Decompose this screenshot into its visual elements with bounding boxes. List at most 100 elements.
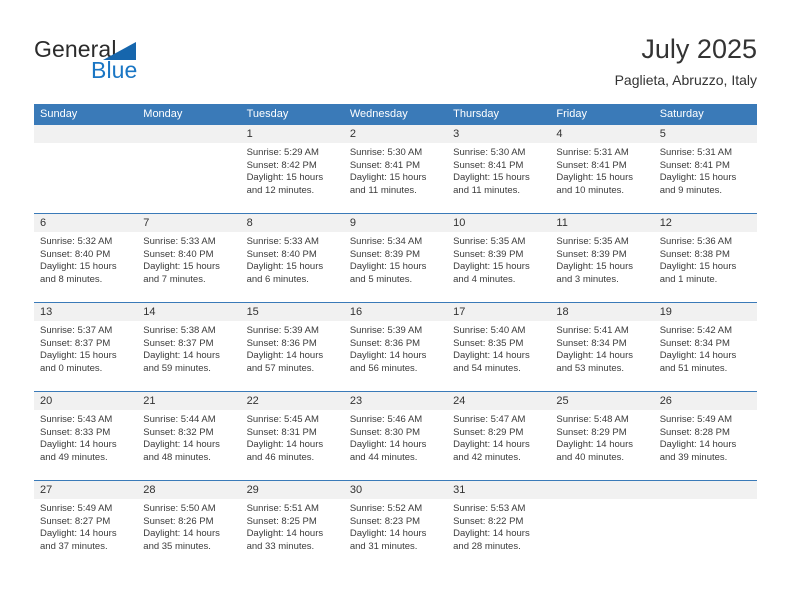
day-detail-line: Sunrise: 5:49 AM xyxy=(40,503,113,514)
day-detail-line: Daylight: 15 hours xyxy=(659,172,737,184)
day-details: Sunrise: 5:34 AM Sunset: 8:39 PM Daylight:… xyxy=(344,232,447,286)
day-cell-13[interactable]: 13 Sunrise: 5:37 AM Sunset: 8:37 PM Dayligh… xyxy=(34,303,138,391)
day-number: 13 xyxy=(34,303,138,321)
day-cell-31[interactable]: 31 Sunrise: 5:53 AM Sunset: 8:22 PM Dayligh… xyxy=(447,481,551,569)
day-detail-line: Sunset: 8:41 PM xyxy=(453,159,524,171)
day-cell-25[interactable]: 25 Sunrise: 5:48 AM Sunset: 8:29 PM Dayligh… xyxy=(550,392,654,480)
day-detail-line: and 35 minutes. xyxy=(143,540,211,552)
day-cell-30[interactable]: 30 Sunrise: 5:52 AM Sunset: 8:23 PM Dayligh… xyxy=(343,481,448,569)
day-cell-28[interactable]: 28 Sunrise: 5:50 AM Sunset: 8:26 PM Dayligh… xyxy=(137,481,241,569)
day-detail-line: and 48 minutes. xyxy=(143,451,211,463)
day-detail-line: Sunrise: 5:34 AM xyxy=(349,236,423,247)
day-detail-line: Sunset: 8:35 PM xyxy=(453,337,524,349)
day-detail-line: Daylight: 14 hours xyxy=(40,439,117,451)
day-cell-21[interactable]: 21 Sunrise: 5:44 AM Sunset: 8:32 PM Dayligh… xyxy=(137,392,241,480)
page-header: General Blue July 2025 Paglieta, Abruzzo… xyxy=(0,0,792,100)
weekday-header-tuesday: Tuesday xyxy=(246,108,289,120)
day-detail-line: and 4 minutes. xyxy=(453,273,516,285)
day-details xyxy=(137,143,240,147)
day-cell-23[interactable]: 23 Sunrise: 5:46 AM Sunset: 8:30 PM Dayligh… xyxy=(343,392,448,480)
calendar-week-row: 13 Sunrise: 5:37 AM Sunset: 8:37 PM Dayligh… xyxy=(34,302,757,391)
day-cell-15[interactable]: 15 Sunrise: 5:39 AM Sunset: 8:36 PM Dayligh… xyxy=(240,303,344,391)
day-cell-19[interactable]: 19 Sunrise: 5:42 AM Sunset: 8:34 PM Dayligh… xyxy=(653,303,757,391)
day-detail-line: Sunrise: 5:30 AM xyxy=(453,147,526,158)
day-number: 14 xyxy=(137,303,241,321)
day-cell-18[interactable]: 18 Sunrise: 5:41 AM Sunset: 8:34 PM Dayligh… xyxy=(550,303,654,391)
day-cell-2[interactable]: 2 Sunrise: 5:30 AM Sunset: 8:41 PM Daylight… xyxy=(343,125,448,213)
day-detail-line: and 40 minutes. xyxy=(556,451,625,463)
day-details: Sunrise: 5:52 AM Sunset: 8:23 PM Daylight:… xyxy=(344,499,447,553)
day-number: 4 xyxy=(550,125,654,143)
day-detail-line: Sunrise: 5:52 AM xyxy=(349,503,423,514)
day-cell-1[interactable]: 1 Sunrise: 5:29 AM Sunset: 8:42 PM Daylight… xyxy=(240,125,344,213)
day-detail-line: Sunrise: 5:29 AM xyxy=(246,147,319,158)
day-detail-line: Daylight: 15 hours xyxy=(453,261,530,273)
day-details: Sunrise: 5:49 AM Sunset: 8:28 PM Daylight:… xyxy=(654,410,757,464)
day-detail-line: Sunrise: 5:31 AM xyxy=(659,147,733,158)
calendar-week-row: 20 Sunrise: 5:43 AM Sunset: 8:33 PM Dayligh… xyxy=(34,391,757,480)
day-number: 26 xyxy=(653,392,757,410)
day-detail-line: Daylight: 15 hours xyxy=(453,172,530,184)
weekday-header-row: Sunday Monday Tuesday Wednesday Thursday Frid… xyxy=(34,104,757,125)
day-cell-8[interactable]: 8 Sunrise: 5:33 AM Sunset: 8:40 PM Daylight… xyxy=(240,214,344,302)
day-cell-7[interactable]: 7 Sunrise: 5:33 AM Sunset: 8:40 PM Daylight… xyxy=(137,214,241,302)
day-cell-empty xyxy=(550,481,654,569)
day-detail-line: Sunset: 8:22 PM xyxy=(453,515,524,527)
day-detail-line: and 11 minutes. xyxy=(453,184,521,196)
day-cell-17[interactable]: 17 Sunrise: 5:40 AM Sunset: 8:35 PM Dayligh… xyxy=(447,303,551,391)
day-cell-20[interactable]: 20 Sunrise: 5:43 AM Sunset: 8:33 PM Dayligh… xyxy=(34,392,138,480)
day-cell-22[interactable]: 22 Sunrise: 5:45 AM Sunset: 8:31 PM Dayligh… xyxy=(240,392,344,480)
day-detail-line: and 46 minutes. xyxy=(246,451,315,463)
day-detail-line: Daylight: 15 hours xyxy=(143,261,220,273)
day-detail-line: Sunset: 8:41 PM xyxy=(556,159,627,171)
day-cell-24[interactable]: 24 Sunrise: 5:47 AM Sunset: 8:29 PM Dayligh… xyxy=(447,392,551,480)
day-cell-3[interactable]: 3 Sunrise: 5:30 AM Sunset: 8:41 PM Daylight… xyxy=(447,125,551,213)
day-cell-9[interactable]: 9 Sunrise: 5:34 AM Sunset: 8:39 PM Daylight… xyxy=(343,214,448,302)
day-detail-line: Sunset: 8:39 PM xyxy=(349,248,421,260)
day-detail-line: Sunset: 8:39 PM xyxy=(556,248,627,260)
day-cell-14[interactable]: 14 Sunrise: 5:38 AM Sunset: 8:37 PM Dayligh… xyxy=(137,303,241,391)
day-detail-line: Sunrise: 5:37 AM xyxy=(40,325,113,336)
day-detail-line: Daylight: 15 hours xyxy=(349,261,427,273)
day-detail-line: Sunset: 8:40 PM xyxy=(143,248,214,260)
day-cell-12[interactable]: 12 Sunrise: 5:36 AM Sunset: 8:38 PM Dayligh… xyxy=(653,214,757,302)
day-number xyxy=(34,125,138,143)
day-cell-27[interactable]: 27 Sunrise: 5:49 AM Sunset: 8:27 PM Dayligh… xyxy=(34,481,138,569)
day-cell-6[interactable]: 6 Sunrise: 5:32 AM Sunset: 8:40 PM Daylight… xyxy=(34,214,138,302)
day-detail-line: Sunset: 8:28 PM xyxy=(659,426,730,438)
day-number xyxy=(550,481,654,499)
weekday-header-sunday: Sunday xyxy=(40,108,78,120)
day-detail-line: and 56 minutes. xyxy=(349,362,418,374)
day-number xyxy=(137,125,241,143)
weekday-header-wednesday: Wednesday xyxy=(349,108,408,120)
day-number: 1 xyxy=(240,125,344,143)
day-detail-line: Daylight: 15 hours xyxy=(246,172,324,184)
day-cell-16[interactable]: 16 Sunrise: 5:39 AM Sunset: 8:36 PM Dayligh… xyxy=(343,303,448,391)
day-cell-29[interactable]: 29 Sunrise: 5:51 AM Sunset: 8:25 PM Dayligh… xyxy=(240,481,344,569)
day-detail-line: Sunset: 8:36 PM xyxy=(349,337,421,349)
day-details: Sunrise: 5:42 AM Sunset: 8:34 PM Daylight:… xyxy=(654,321,757,375)
day-cell-4[interactable]: 4 Sunrise: 5:31 AM Sunset: 8:41 PM Daylight… xyxy=(550,125,654,213)
general-blue-logo[interactable]: General Blue xyxy=(34,36,234,88)
day-detail-line: Daylight: 14 hours xyxy=(246,439,324,451)
day-number: 25 xyxy=(550,392,654,410)
day-details: Sunrise: 5:48 AM Sunset: 8:29 PM Daylight:… xyxy=(550,410,653,464)
day-detail-line: Daylight: 14 hours xyxy=(556,439,633,451)
day-detail-line: Daylight: 14 hours xyxy=(246,528,324,540)
weekday-header-monday: Monday xyxy=(143,108,183,120)
day-detail-line: Sunset: 8:37 PM xyxy=(143,337,214,349)
day-cell-5[interactable]: 5 Sunrise: 5:31 AM Sunset: 8:41 PM Daylight… xyxy=(653,125,757,213)
calendar-weeks: 1 Sunrise: 5:29 AM Sunset: 8:42 PM Daylight… xyxy=(34,125,757,569)
weekday-header-thursday: Thursday xyxy=(453,108,499,120)
day-cell-10[interactable]: 10 Sunrise: 5:35 AM Sunset: 8:39 PM Dayligh… xyxy=(447,214,551,302)
day-detail-line: Sunrise: 5:42 AM xyxy=(659,325,733,336)
day-detail-line: Sunrise: 5:30 AM xyxy=(349,147,423,158)
day-cell-26[interactable]: 26 Sunrise: 5:49 AM Sunset: 8:28 PM Dayligh… xyxy=(653,392,757,480)
day-detail-line: Sunrise: 5:51 AM xyxy=(246,503,319,514)
day-detail-line: Sunrise: 5:43 AM xyxy=(40,414,113,425)
day-details: Sunrise: 5:38 AM Sunset: 8:37 PM Daylight:… xyxy=(137,321,240,375)
day-detail-line: and 49 minutes. xyxy=(40,451,108,463)
day-detail-line: Daylight: 15 hours xyxy=(556,261,633,273)
day-cell-11[interactable]: 11 Sunrise: 5:35 AM Sunset: 8:39 PM Dayligh… xyxy=(550,214,654,302)
day-number: 28 xyxy=(137,481,241,499)
